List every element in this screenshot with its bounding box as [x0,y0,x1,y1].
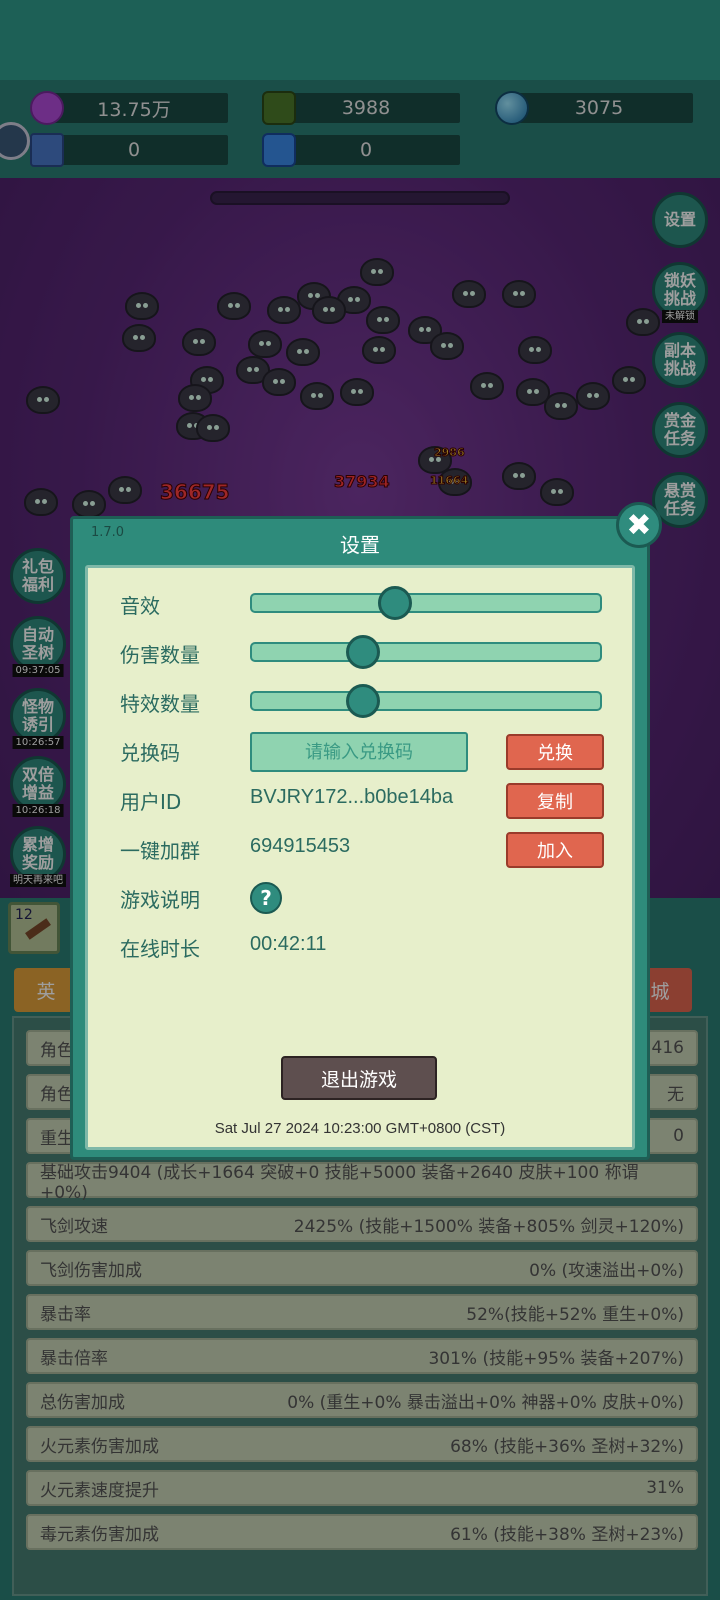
damage-count-slider-knob[interactable] [346,635,381,669]
exit-game-button[interactable]: 退出游戏 [281,1056,437,1100]
effect-count-slider-knob[interactable] [346,684,381,718]
current-datetime: Sat Jul 27 2024 10:23:00 GMT+0800 (CST) [214,1120,506,1137]
settings-content: 音效 伤害数量 特效数量 兑换码 兑换 用户ID BVJRY172...b0be… [85,565,635,1150]
sound-label: 音效 [120,594,160,618]
settings-dialog: 1.7.0 设置 音效 伤害数量 特效数量 兑换码 兑换 用户ID BVJRY1… [70,516,650,1160]
sound-slider[interactable] [250,586,602,620]
damage-count-slider[interactable] [250,635,602,669]
dialog-title: 设置 [340,533,380,557]
join-group-label: 一键加群 [120,839,200,863]
effect-count-label: 特效数量 [120,692,200,716]
sound-slider-knob[interactable] [377,586,412,620]
online-time-value: 00:42:11 [250,933,327,955]
user-id-value: BVJRY172...b0be14ba [250,786,454,808]
redeem-button[interactable]: 兑换 [506,734,604,770]
join-button[interactable]: 加入 [506,832,604,868]
copy-button[interactable]: 复制 [506,783,604,819]
game-guide-label: 游戏说明 [120,888,200,912]
online-time-label: 在线时长 [120,937,200,961]
redeem-code-input[interactable] [250,732,468,772]
effect-count-slider[interactable] [250,684,602,718]
close-icon[interactable]: ✖ [616,502,662,548]
damage-count-label: 伤害数量 [120,643,200,667]
group-number: 694915453 [250,835,351,857]
help-icon[interactable]: ? [250,882,282,914]
user-id-label: 用户ID [120,790,182,814]
redeem-label: 兑换码 [120,741,180,765]
